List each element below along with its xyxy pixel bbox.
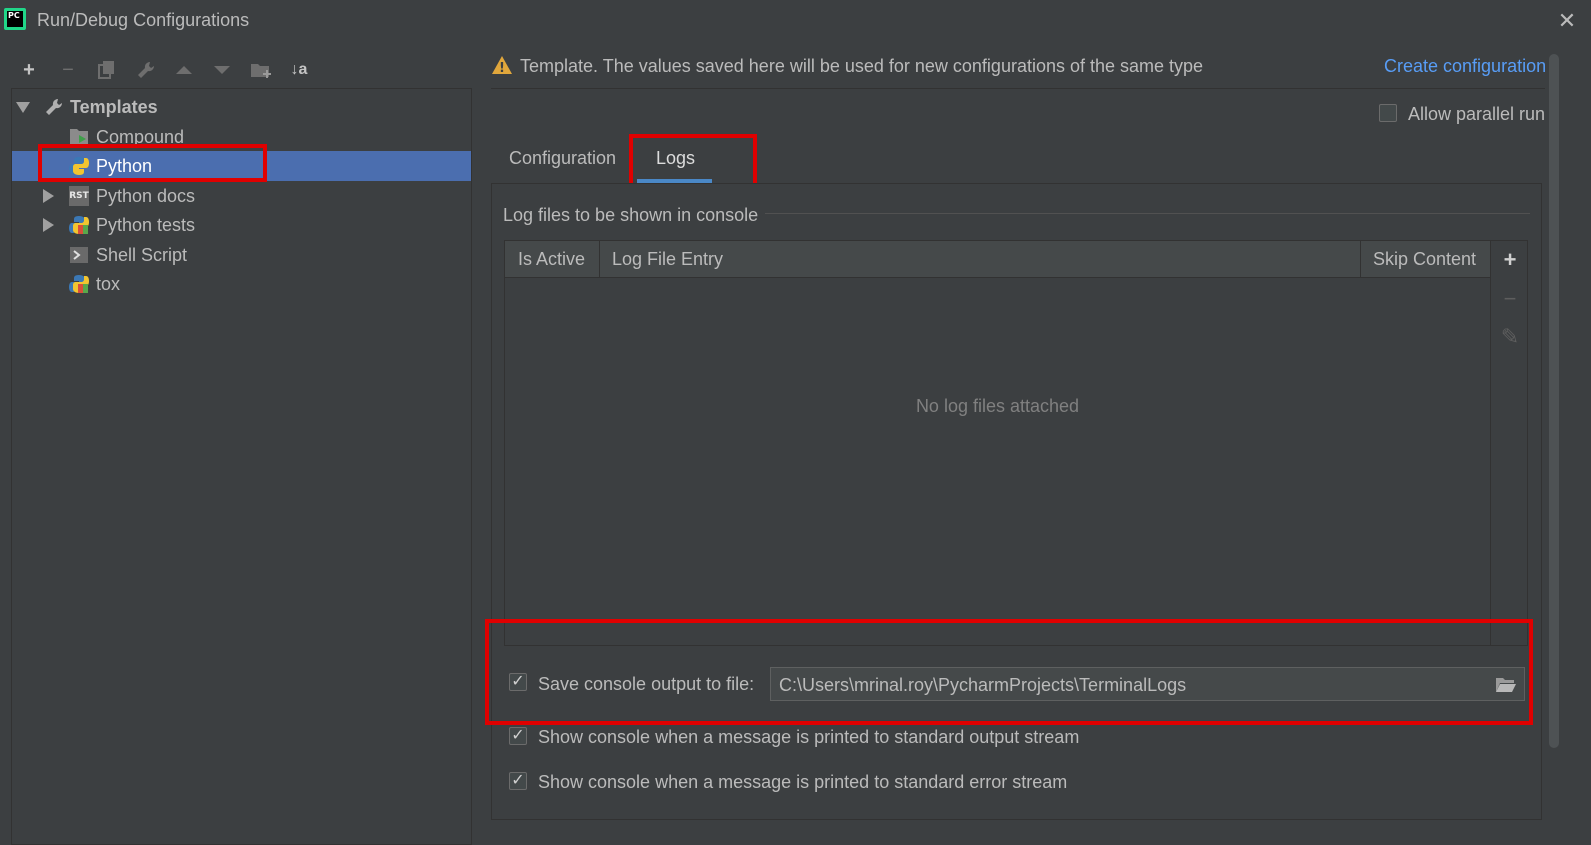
new-folder-icon — [251, 64, 271, 78]
shell-script-icon — [70, 247, 88, 263]
tree-item-python-docs[interactable]: RST Python docs — [12, 181, 471, 211]
tree-item-label: Shell Script — [96, 244, 188, 265]
save-console-output-label: Save console output to file: — [538, 674, 755, 694]
tab-configuration[interactable]: Configuration — [509, 148, 616, 169]
browse-folder-icon[interactable] — [1495, 675, 1517, 693]
show-console-stdout-checkbox[interactable]: ✓ — [509, 727, 527, 745]
allow-parallel-run-checkbox[interactable] — [1379, 104, 1397, 122]
tree-item-label: Python docs — [96, 185, 196, 206]
window-title: Run/Debug Configurations — [37, 10, 250, 30]
column-header-log-file-entry[interactable]: Log File Entry — [612, 249, 723, 270]
move-down-button[interactable] — [210, 58, 234, 82]
column-header-is-active[interactable]: Is Active — [518, 249, 585, 270]
move-up-icon — [176, 66, 192, 74]
log-files-section-title: Log files to be shown in console — [503, 205, 759, 225]
add-configuration-button[interactable]: + — [17, 58, 41, 82]
vertical-scrollbar[interactable] — [1549, 54, 1559, 748]
rst-docs-icon: RST — [69, 186, 89, 206]
wrench-icon — [46, 98, 63, 115]
console-output-path-field[interactable]: C:\Users\mrinal.roy\PycharmProjects\Term… — [770, 667, 1525, 701]
warning-glyph: ! — [499, 61, 505, 75]
edit-defaults-button[interactable] — [134, 58, 158, 82]
allow-parallel-run-label: Allow parallel run — [1408, 104, 1546, 124]
tree-item-templates[interactable]: Templates — [12, 92, 471, 122]
compound-icon — [70, 129, 88, 144]
python-tests-icon — [69, 216, 89, 234]
expand-arrow-icon[interactable] — [43, 189, 54, 203]
column-header-skip-content[interactable]: Skip Content — [1373, 249, 1476, 270]
edit-log-file-button[interactable]: ✎ — [1498, 324, 1522, 349]
logo-text: PC — [7, 11, 23, 27]
log-files-table[interactable]: Is Active Log File Entry Skip Content No… — [504, 240, 1491, 646]
move-down-icon — [214, 66, 230, 74]
expand-arrow-icon[interactable] — [43, 218, 54, 232]
pycharm-logo-icon: PC — [4, 8, 26, 30]
tree-item-compound[interactable]: Compound — [12, 122, 471, 152]
wrench-icon — [138, 61, 155, 78]
tree-item-label: Compound — [96, 126, 185, 147]
tree-item-label: Python tests — [96, 214, 196, 235]
create-configuration-link[interactable]: Create configuration — [1384, 56, 1546, 77]
save-console-output-checkbox[interactable]: ✓ — [509, 673, 527, 691]
copy-configuration-button[interactable] — [95, 58, 119, 82]
tab-logs[interactable]: Logs — [656, 148, 695, 169]
copy-icon — [98, 61, 114, 79]
column-divider[interactable] — [599, 241, 600, 277]
close-icon[interactable]: ✕ — [1556, 10, 1578, 32]
add-log-file-button[interactable]: + — [1498, 247, 1522, 272]
tree-item-tox[interactable]: tox — [12, 269, 471, 299]
tree-item-python[interactable]: Python — [12, 151, 471, 181]
remove-log-file-button[interactable]: − — [1498, 286, 1522, 311]
banner-divider — [491, 88, 1545, 89]
sort-alpha-icon: ↓a — [290, 61, 308, 78]
remove-configuration-button[interactable]: − — [56, 58, 80, 82]
tree-item-label: tox — [96, 273, 121, 294]
template-notice: Template. The values saved here will be … — [520, 56, 1204, 76]
show-console-stdout-label: Show console when a message is printed t… — [538, 727, 1080, 747]
python-icon — [69, 157, 89, 175]
section-divider — [765, 213, 1530, 214]
show-console-stderr-checkbox[interactable]: ✓ — [509, 772, 527, 790]
configuration-tree[interactable]: Templates Compound Python RST Python doc… — [11, 88, 472, 845]
tox-icon — [69, 275, 89, 293]
tree-item-shell-script[interactable]: Shell Script — [12, 240, 471, 270]
move-up-button[interactable] — [172, 58, 196, 82]
tree-item-label: Templates — [70, 96, 158, 117]
collapse-arrow-icon[interactable] — [16, 102, 30, 113]
tree-item-label: Python — [96, 155, 153, 176]
warning-icon: ! — [492, 56, 512, 75]
table-side-toolbar: + − ✎ — [1491, 240, 1528, 646]
sort-alphabetically-button[interactable]: ↓a — [287, 58, 311, 82]
show-console-stderr-label: Show console when a message is printed t… — [538, 772, 1068, 792]
tree-item-python-tests[interactable]: Python tests — [12, 210, 471, 240]
console-output-path-value: C:\Users\mrinal.roy\PycharmProjects\Term… — [779, 675, 1187, 695]
table-header: Is Active Log File Entry Skip Content — [505, 241, 1490, 278]
new-folder-button[interactable] — [249, 58, 273, 82]
empty-table-message: No log files attached — [915, 396, 1080, 416]
column-divider[interactable] — [1360, 241, 1361, 277]
